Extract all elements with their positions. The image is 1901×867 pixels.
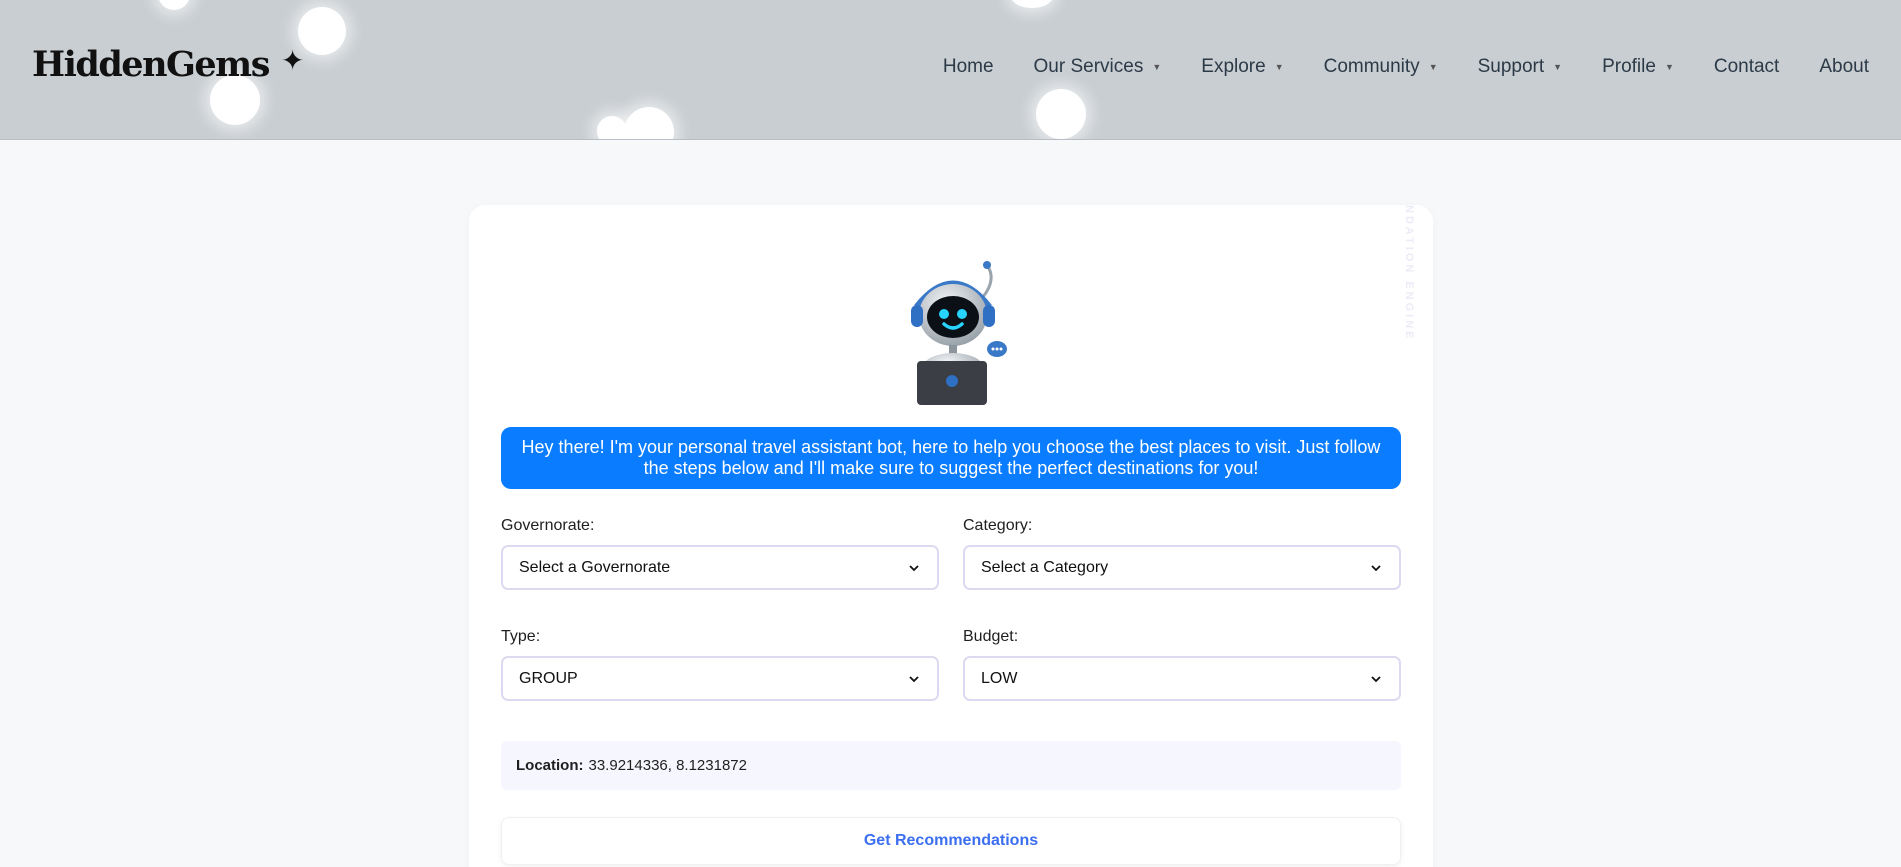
nav-item-home[interactable]: Home — [943, 56, 994, 78]
type-select[interactable]: GROUP — [501, 656, 939, 701]
logo-text: HiddenGems — [32, 44, 270, 85]
bokeh-decoration — [1036, 89, 1086, 139]
nav-item-community[interactable]: Community ▼ — [1324, 56, 1438, 78]
location-label: Location: — [516, 757, 584, 774]
category-select[interactable]: Select a Category — [963, 545, 1401, 590]
budget-select[interactable]: LOW — [963, 656, 1401, 701]
site-header: HiddenGems ✦ Home Our Services ▼ Explore ▼ Co… — [0, 0, 1901, 140]
nav-item-label: Explore — [1201, 56, 1266, 77]
nav-item-label: Community — [1323, 56, 1420, 77]
site-logo[interactable]: HiddenGems ✦ — [32, 44, 304, 85]
nav-item-label: About — [1819, 56, 1869, 77]
robot-assistant-icon — [911, 261, 1007, 405]
nav-item-label: Support — [1477, 56, 1545, 77]
nav-item-about[interactable]: About — [1819, 56, 1869, 78]
nav-item-label: Home — [942, 56, 994, 77]
bokeh-decoration — [1011, 0, 1053, 8]
budget-select-value: LOW — [981, 669, 1018, 687]
caret-down-icon: ▼ — [1152, 62, 1162, 72]
type-label: Type: — [501, 628, 541, 645]
bokeh-decoration — [298, 7, 346, 55]
nav-item-explore[interactable]: Explore ▼ — [1201, 56, 1283, 78]
governorate-select-value: Select a Governorate — [519, 558, 671, 576]
budget-label: Budget: — [963, 628, 1019, 645]
bokeh-decoration — [624, 107, 674, 139]
main-nav: Home Our Services ▼ Explore ▼ Community ▼ Suppo… — [943, 56, 1869, 78]
sparkle-icon: ✦ — [280, 45, 305, 76]
location-value: 33.9214336, 8.1231872 — [588, 757, 748, 774]
nav-item-label: Profile — [1602, 56, 1656, 77]
bokeh-decoration — [158, 0, 190, 10]
bot-message-bubble: Hey there! I'm your personal travel assi… — [501, 427, 1401, 489]
caret-down-icon: ▼ — [1428, 62, 1438, 72]
nav-item-profile[interactable]: Profile ▼ — [1602, 56, 1674, 78]
caret-down-icon: ▼ — [1553, 62, 1563, 72]
category-select-value: Select a Category — [981, 558, 1109, 576]
governorate-select[interactable]: Select a Governorate — [501, 545, 939, 590]
location-box: Location: 33.9214336, 8.1231872 — [501, 741, 1401, 790]
nav-item-label: Our Services — [1033, 56, 1144, 77]
chevron-down-icon — [1371, 675, 1381, 682]
chevron-down-icon — [909, 564, 919, 571]
nav-item-label: Contact — [1713, 56, 1780, 77]
vertical-watermark: NDATION ENGINE — [1403, 205, 1415, 342]
nav-item-our-services[interactable]: Our Services ▼ — [1034, 56, 1162, 78]
get-recommendations-button[interactable]: Get Recommendations — [501, 817, 1401, 865]
nav-item-support[interactable]: Support ▼ — [1478, 56, 1562, 78]
chevron-down-icon — [1371, 564, 1381, 571]
caret-down-icon: ▼ — [1664, 62, 1674, 72]
type-select-value: GROUP — [519, 669, 578, 687]
recommendation-card: NDATION ENGINE Hey there! I'm your perso… — [469, 205, 1433, 867]
chevron-down-icon — [909, 675, 919, 682]
bokeh-decoration — [597, 116, 627, 139]
category-label: Category: — [963, 517, 1033, 534]
caret-down-icon: ▼ — [1274, 62, 1284, 72]
governorate-label: Governorate: — [501, 517, 595, 534]
nav-item-contact[interactable]: Contact — [1714, 56, 1779, 78]
